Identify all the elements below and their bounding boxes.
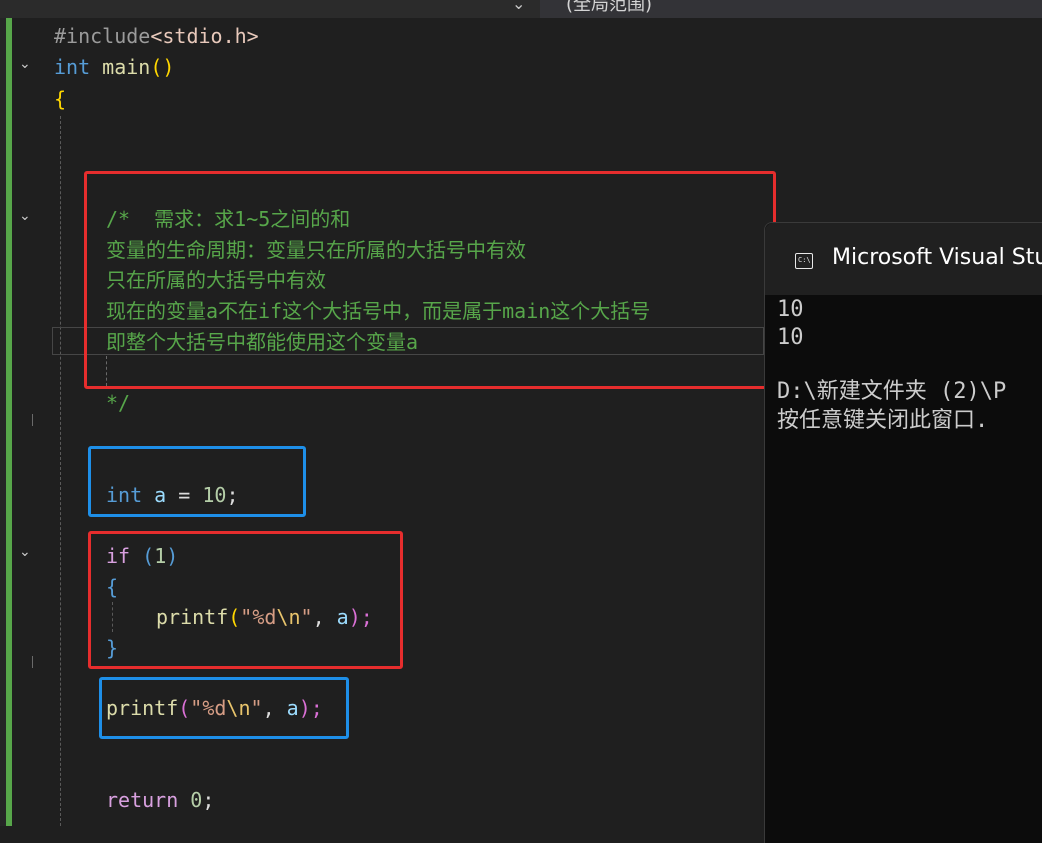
code-line-return[interactable]: return 0; bbox=[106, 785, 214, 815]
console-output-line: 按任意键关闭此窗口. bbox=[777, 408, 989, 433]
chevron-down-icon[interactable]: ⌄ bbox=[512, 0, 525, 13]
indent-guide bbox=[60, 116, 61, 826]
change-indicator-bar bbox=[6, 18, 12, 826]
fold-chevron-icon[interactable]: ⌄ bbox=[19, 56, 31, 72]
terminal-icon: C:\ bbox=[795, 253, 813, 269]
printf-highlight-box bbox=[99, 677, 349, 739]
declaration-highlight-box bbox=[88, 446, 306, 517]
fold-chevron-icon[interactable]: ⌄ bbox=[19, 208, 31, 224]
console-output-line: 10 bbox=[777, 325, 804, 350]
console-title: Microsoft Visual Stu bbox=[832, 245, 1042, 270]
console-title-bar[interactable]: C:\ Microsoft Visual Stu bbox=[765, 223, 1042, 295]
code-line-open-brace[interactable]: { bbox=[54, 84, 66, 114]
comment-highlight-box bbox=[84, 171, 776, 389]
editor-navigation-bar: ⌄ (全局范围) bbox=[0, 0, 1042, 18]
console-window[interactable]: C:\ Microsoft Visual Stu 10 10 D:\新建文件夹 … bbox=[764, 222, 1042, 843]
code-line-main[interactable]: int main() bbox=[54, 52, 174, 82]
scope-label: (全局范围) bbox=[566, 0, 653, 15]
fold-end-marker bbox=[32, 656, 33, 668]
console-output-line: 10 bbox=[777, 297, 804, 322]
if-block-highlight-box bbox=[88, 531, 403, 669]
fold-end-marker bbox=[32, 414, 33, 426]
console-output-line: D:\新建文件夹 (2)\P bbox=[777, 379, 1007, 404]
code-line-include[interactable]: #include<stdio.h> bbox=[54, 21, 259, 51]
fold-chevron-icon[interactable]: ⌄ bbox=[19, 544, 31, 560]
comment-line[interactable]: */ bbox=[106, 388, 130, 418]
